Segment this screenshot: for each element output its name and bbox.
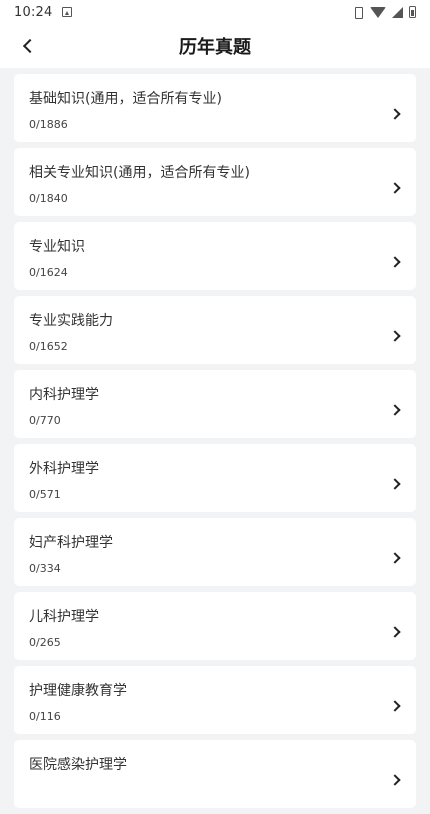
item-title: 儿科护理学 (29, 609, 99, 625)
item-title: 外科护理学 (29, 461, 99, 477)
chevron-right-icon (389, 404, 401, 416)
list-item[interactable]: 专业实践能力 0/1652 (14, 296, 416, 364)
item-title: 护理健康教育学 (29, 683, 127, 699)
list-item[interactable]: 外科护理学 0/571 (14, 444, 416, 512)
item-progress: 0/1840 (29, 192, 68, 205)
item-progress: 0/1652 (29, 340, 68, 353)
item-title: 基础知识(通用，适合所有专业) (29, 91, 222, 107)
vibrate-icon (352, 6, 364, 19)
item-progress: 0/571 (29, 488, 61, 501)
list-item[interactable]: 护理健康教育学 0/116 (14, 666, 416, 734)
chevron-right-icon (389, 478, 401, 490)
chevron-right-icon (389, 256, 401, 268)
list-item[interactable]: 儿科护理学 0/265 (14, 592, 416, 660)
status-time: 10:24 (14, 4, 53, 20)
app-bar: 历年真题 (0, 24, 430, 68)
item-title: 专业实践能力 (29, 313, 113, 329)
item-progress: 0/116 (29, 710, 61, 723)
wifi-icon (370, 6, 386, 18)
list-item[interactable]: 妇产科护理学 0/334 (14, 518, 416, 586)
exam-list: 基础知识(通用，适合所有专业) 0/1886 相关专业知识(通用，适合所有专业)… (14, 74, 416, 814)
item-title: 专业知识 (29, 239, 85, 255)
page-title: 历年真题 (179, 37, 251, 58)
list-item[interactable]: 相关专业知识(通用，适合所有专业) 0/1840 (14, 148, 416, 216)
item-title: 妇产科护理学 (29, 535, 113, 551)
list-item[interactable]: 内科护理学 0/770 (14, 370, 416, 438)
item-progress: 0/334 (29, 562, 61, 575)
chevron-left-icon (22, 38, 38, 54)
list-item[interactable]: 基础知识(通用，适合所有专业) 0/1886 (14, 74, 416, 142)
chevron-right-icon (389, 552, 401, 564)
signal-icon (392, 6, 403, 18)
item-progress: 0/265 (29, 636, 61, 649)
back-button[interactable] (14, 32, 42, 60)
item-title: 医院感染护理学 (29, 757, 127, 773)
chevron-right-icon (389, 774, 401, 786)
chevron-right-icon (389, 330, 401, 342)
list-item[interactable]: 专业知识 0/1624 (14, 222, 416, 290)
item-title: 内科护理学 (29, 387, 99, 403)
battery-icon (409, 6, 416, 18)
chevron-right-icon (389, 182, 401, 194)
item-progress: 0/1886 (29, 118, 68, 131)
item-progress: 0/770 (29, 414, 61, 427)
status-bar: 10:24 (0, 0, 430, 24)
list-item[interactable]: 医院感染护理学 (14, 740, 416, 808)
status-icons (352, 6, 416, 19)
chevron-right-icon (389, 700, 401, 712)
item-progress: 0/1624 (29, 266, 68, 279)
chevron-right-icon (389, 108, 401, 120)
chevron-right-icon (389, 626, 401, 638)
item-title: 相关专业知识(通用，适合所有专业) (29, 165, 250, 181)
notification-icon (62, 7, 73, 17)
